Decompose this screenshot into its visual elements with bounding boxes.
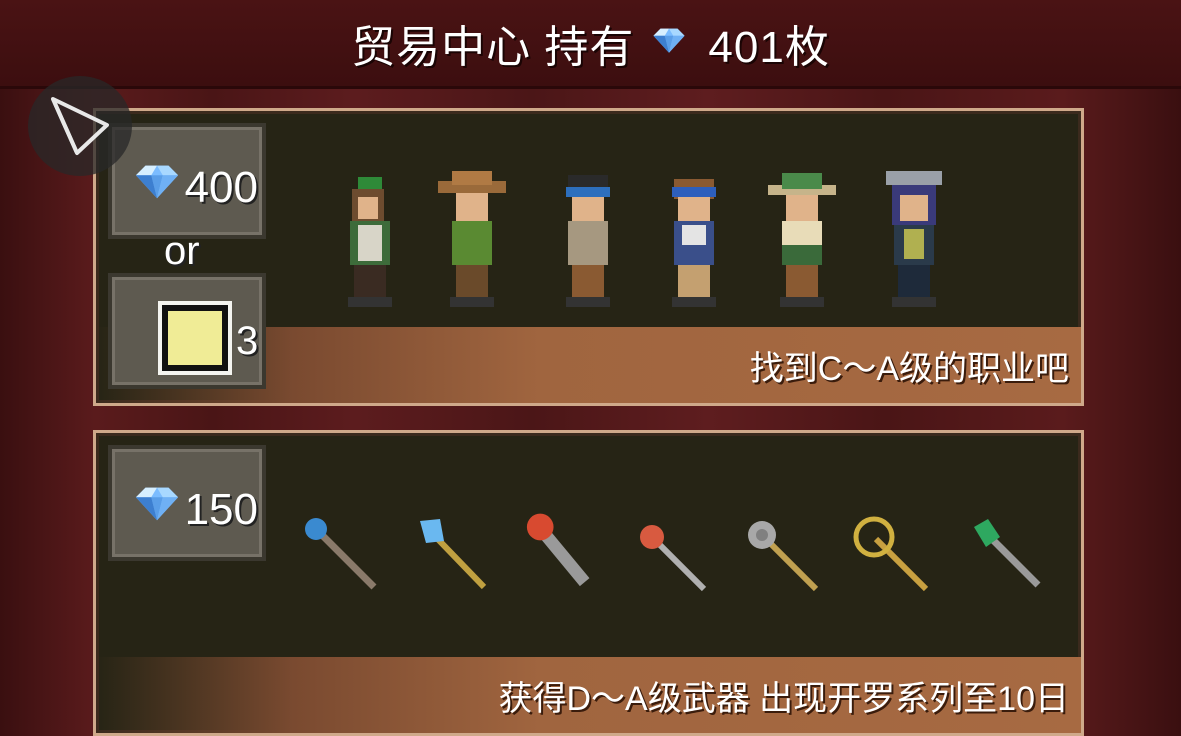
red-mace-icon <box>526 513 590 587</box>
header-title: 贸易中心 持有 <box>351 23 635 72</box>
job-trade-panel[interactable]: 找到C～A级的职业吧 400 or 3 <box>93 108 1084 406</box>
gold-ring-staff-icon <box>853 516 929 592</box>
job-banner-text: 找到C～A级的职业吧 <box>749 350 1069 388</box>
gem-price: 400 <box>184 163 258 212</box>
character-sprite-6 <box>886 171 942 307</box>
green-gem-staff-icon <box>974 519 1041 588</box>
character-sprite-4 <box>672 179 716 307</box>
weapon-banner-text: 获得D～A级武器 出现开罗系列至10日 <box>498 680 1070 718</box>
ticket-icon <box>158 301 232 375</box>
character-sprite-2 <box>438 171 506 307</box>
blue-orb-staff-icon <box>305 518 377 590</box>
header-amount: 401枚 <box>708 23 830 72</box>
character-sprite-5 <box>768 173 836 307</box>
gem-price-button[interactable]: 150 <box>108 445 266 561</box>
character-sprite-3 <box>566 175 610 307</box>
weapon-trade-panel[interactable]: 获得D～A级武器 出现开罗系列至10日 150 <box>93 430 1084 736</box>
ticket-price-button[interactable]: 3 <box>108 273 266 389</box>
gem-price-button[interactable]: 400 <box>108 123 266 239</box>
diamond-icon <box>134 161 180 201</box>
ticket-count: 3 <box>236 319 259 363</box>
diamond-icon <box>134 483 180 523</box>
red-orb-rod-icon <box>640 525 707 592</box>
send-arrow-icon <box>51 97 109 155</box>
ice-crystal-staff-icon <box>420 519 487 590</box>
or-label: or <box>164 229 200 273</box>
header-bar: 贸易中心 持有 401枚 <box>0 0 1181 89</box>
gem-price: 150 <box>184 485 258 534</box>
weapon-banner: 获得D～A级武器 出现开罗系列至10日 <box>96 657 1081 733</box>
character-sprite-1 <box>348 177 392 307</box>
diamond-icon <box>652 25 686 55</box>
spiked-mace-icon <box>748 521 819 592</box>
share-button[interactable] <box>28 76 132 176</box>
